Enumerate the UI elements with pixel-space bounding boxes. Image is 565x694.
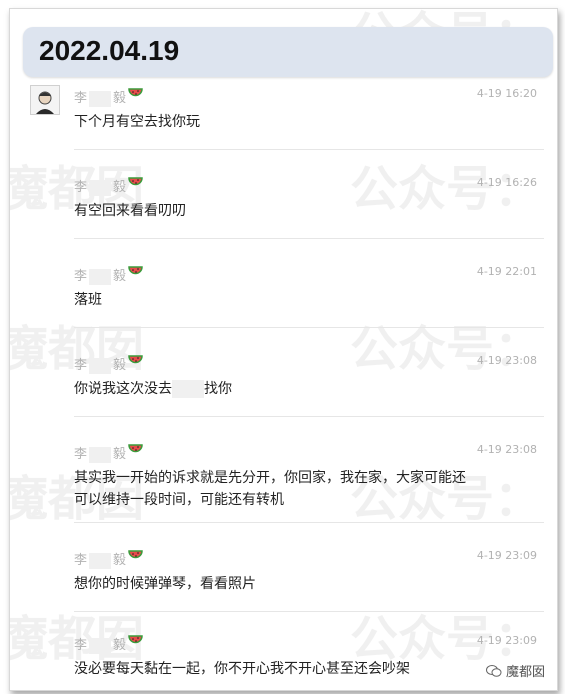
message-time: 4-19 23:09 (476, 634, 537, 647)
message-divider (74, 327, 544, 328)
watermelon-icon (128, 635, 143, 644)
chat-history-panel: 魔都囡 公众号： 魔都囡 公众号： 魔都囡 公众号： 魔都囡 公众号： 公众号：… (9, 8, 558, 691)
watermark-right-2: 公众号： (350, 321, 543, 377)
sender-name: 李毅 (74, 176, 126, 196)
message-divider (74, 416, 544, 417)
redacted-block (172, 380, 204, 398)
message-text-part-b: 找你 (204, 381, 232, 397)
message-text: 有空回来看看叨叨 (74, 203, 186, 219)
user-avatar-icon (31, 86, 59, 114)
sender-name: 李毅 (74, 354, 126, 374)
sender-name-first: 李 (74, 91, 88, 106)
watermelon-icon (128, 355, 143, 364)
message-text: 你说我这次没去 找你 (74, 378, 524, 400)
sender-name-first: 李 (74, 553, 88, 568)
message-time: 4-19 23:09 (476, 549, 537, 562)
message-time: 4-19 23:08 (476, 354, 537, 367)
sender-name-first: 李 (74, 358, 88, 373)
message-time: 4-19 16:26 (476, 176, 537, 189)
message-time: 4-19 23:08 (476, 443, 537, 456)
date-label: 2022.04.19 (39, 35, 180, 66)
brand-label: 魔都囡 (505, 665, 545, 680)
watermelon-icon (128, 444, 143, 453)
message-text: 下个月有空去找你玩 (74, 114, 200, 130)
sender-name-last: 毅 (113, 91, 127, 106)
sender-name-first: 李 (74, 447, 88, 462)
sender-name: 李毅 (74, 87, 126, 107)
message-divider (74, 149, 544, 150)
wechat-icon (485, 664, 502, 677)
sender-name-last: 毅 (113, 180, 127, 195)
message-divider (74, 238, 544, 239)
sender-name-first: 李 (74, 269, 88, 284)
message-text-line-2: 可以维持一段时间，可能还有转机 (74, 492, 284, 508)
sender-name-first: 李 (74, 180, 88, 195)
sender-name: 李毅 (74, 265, 126, 285)
message-time: 4-19 22:01 (476, 265, 537, 278)
watermelon-icon (128, 266, 143, 275)
sender-name-last: 毅 (113, 269, 127, 284)
watermelon-icon (128, 177, 143, 186)
message-text: 没必要每天黏在一起，你不开心我不开心甚至还会吵架 (74, 661, 410, 677)
sender-name-last: 毅 (113, 638, 127, 653)
message-time: 4-19 16:20 (476, 87, 537, 100)
message-text-part-a: 你说我这次没去 (74, 381, 172, 397)
watermelon-icon (128, 550, 143, 559)
brand-watermark: 魔都囡 (485, 661, 545, 680)
message-divider (74, 522, 544, 523)
message-text-line-1: 其实我一开始的诉求就是先分开，你回家，我在家，大家可能还 (74, 470, 466, 486)
sender-avatar[interactable] (30, 85, 60, 115)
message-divider (74, 611, 544, 612)
sender-name: 李毅 (74, 443, 126, 463)
date-banner: 2022.04.19 (23, 27, 553, 77)
sender-name-last: 毅 (113, 447, 127, 462)
watermelon-icon (128, 88, 143, 97)
message-text: 落班 (74, 292, 102, 308)
sender-name-last: 毅 (113, 553, 127, 568)
sender-name-last: 毅 (113, 358, 127, 373)
message-text: 想你的时候弹弹琴，看看照片 (74, 576, 256, 592)
sender-name-first: 李 (74, 638, 88, 653)
sender-name: 李毅 (74, 634, 126, 654)
sender-name: 李毅 (74, 549, 126, 569)
